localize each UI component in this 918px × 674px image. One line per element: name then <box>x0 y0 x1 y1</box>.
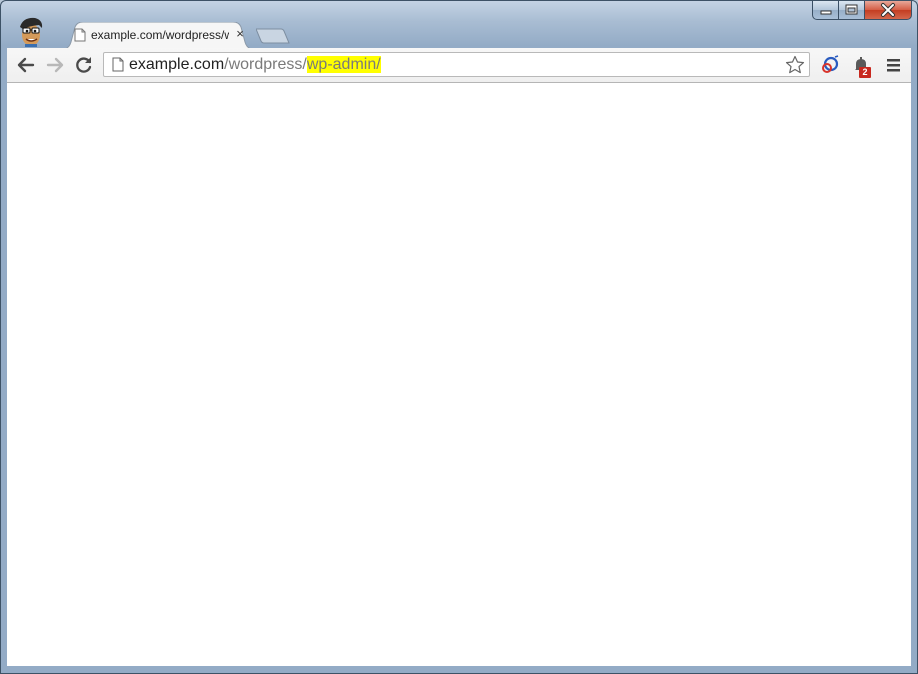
profile-avatar-icon[interactable] <box>15 15 47 47</box>
reload-icon <box>76 57 92 73</box>
active-tab[interactable]: example.com/wordpress/wp-admin/ × <box>63 22 253 49</box>
forward-button[interactable] <box>45 55 65 75</box>
hamburger-menu-icon <box>887 59 900 72</box>
bookmark-star-button[interactable] <box>785 55 805 80</box>
menu-button[interactable] <box>883 55 903 75</box>
forward-arrow-icon <box>46 57 64 73</box>
page-icon <box>74 28 86 47</box>
page-icon <box>112 57 124 77</box>
notification-count-badge: 2 <box>859 67 871 78</box>
minimize-button[interactable] <box>812 1 839 20</box>
url-text[interactable]: example.com/wordpress/wp-admin/ <box>129 56 381 74</box>
new-tab-button[interactable] <box>255 28 290 44</box>
maximize-button[interactable] <box>839 1 865 20</box>
minimize-icon <box>820 10 832 15</box>
url-host: example.com <box>129 56 225 73</box>
browser-toolbar: example.com/wordpress/wp-admin/ <box>7 48 911 83</box>
window-controls <box>812 1 912 21</box>
back-button[interactable] <box>16 55 36 75</box>
address-bar[interactable]: example.com/wordpress/wp-admin/ <box>103 52 810 77</box>
extension-icon <box>822 55 839 73</box>
page-content[interactable] <box>7 83 911 666</box>
close-window-button[interactable] <box>865 1 912 20</box>
url-path: /wordpress/ <box>224 56 307 73</box>
back-arrow-icon <box>17 57 35 73</box>
star-icon <box>785 55 805 74</box>
extension-button[interactable] <box>820 55 840 75</box>
reload-button[interactable] <box>74 55 94 75</box>
close-icon <box>881 3 895 17</box>
browser-window: example.com/wordpress/wp-admin/ × <box>0 0 918 674</box>
tab-close-button[interactable]: × <box>233 27 247 41</box>
url-highlight: wp-admin/ <box>306 56 381 73</box>
tab-title: example.com/wordpress/wp-admin/ <box>91 28 229 42</box>
restore-icon <box>845 4 858 15</box>
